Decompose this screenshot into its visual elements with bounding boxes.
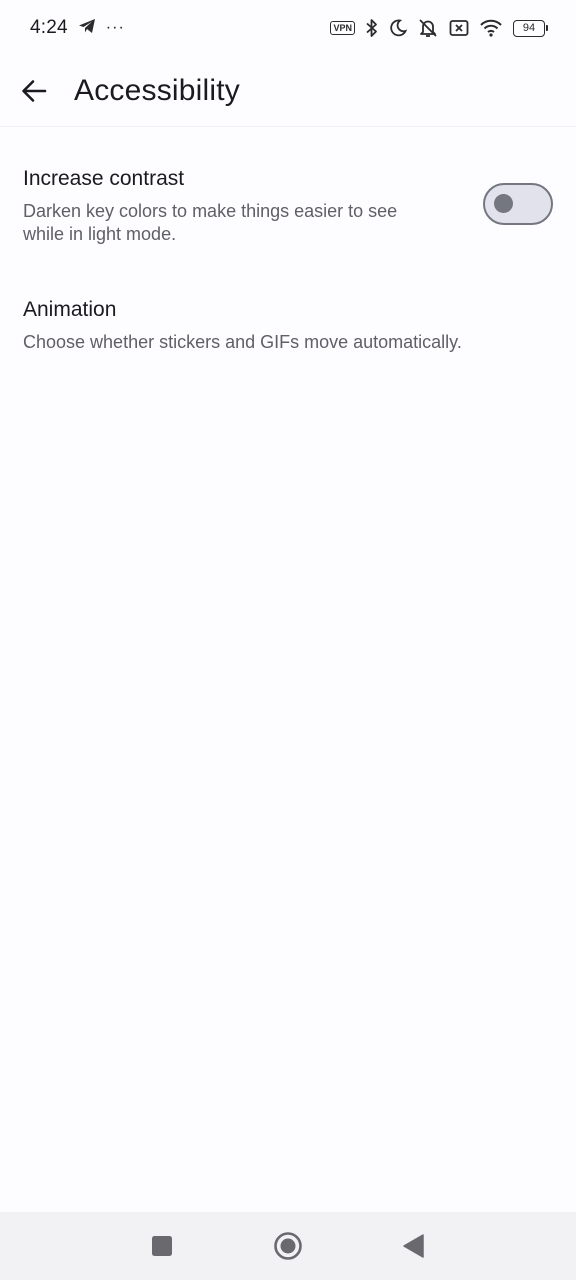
- more-notifications-indicator: ···: [105, 19, 125, 36]
- home-button[interactable]: [258, 1212, 318, 1280]
- circle-home-icon: [274, 1232, 302, 1260]
- status-left: 4:24 ···: [30, 17, 125, 39]
- system-nav-bar: [0, 1212, 576, 1280]
- setting-title: Animation: [23, 298, 117, 321]
- toggle-thumb: [494, 194, 513, 213]
- recents-button[interactable]: [132, 1212, 192, 1280]
- setting-animation[interactable]: Animation Choose whether stickers and GI…: [23, 297, 553, 367]
- triangle-back-icon: [403, 1234, 424, 1258]
- square-recents-icon: [152, 1236, 172, 1256]
- arrow-left-icon: [22, 80, 47, 102]
- moon-icon: [389, 19, 407, 37]
- setting-description: Choose whether stickers and GIFs move au…: [23, 332, 462, 352]
- setting-title: Increase contrast: [23, 167, 185, 190]
- increase-contrast-toggle[interactable]: [483, 183, 553, 225]
- system-back-button[interactable]: [384, 1212, 444, 1280]
- app-bar-divider: [0, 126, 576, 127]
- app-bar: Accessibility: [0, 56, 576, 126]
- status-time: 4:24: [30, 17, 68, 38]
- back-button[interactable]: [0, 56, 68, 126]
- page-title: Accessibility: [74, 74, 240, 107]
- battery-icon: 94: [513, 19, 548, 37]
- vpn-icon: VPN: [330, 21, 355, 35]
- status-bar: 4:24 ··· VPN 94: [0, 0, 576, 56]
- telegram-icon: [78, 18, 96, 39]
- muted-bell-icon: [417, 18, 439, 38]
- wifi-icon: [479, 19, 503, 37]
- status-right: VPN 94: [330, 18, 548, 38]
- no-sim-icon: [449, 19, 469, 37]
- setting-increase-contrast[interactable]: Increase contrast Darken key colors to m…: [23, 166, 553, 256]
- bluetooth-icon: [365, 18, 379, 38]
- battery-tip: [546, 25, 548, 31]
- battery-level: 94: [513, 19, 545, 37]
- setting-description: Darken key colors to make things easier …: [23, 201, 398, 244]
